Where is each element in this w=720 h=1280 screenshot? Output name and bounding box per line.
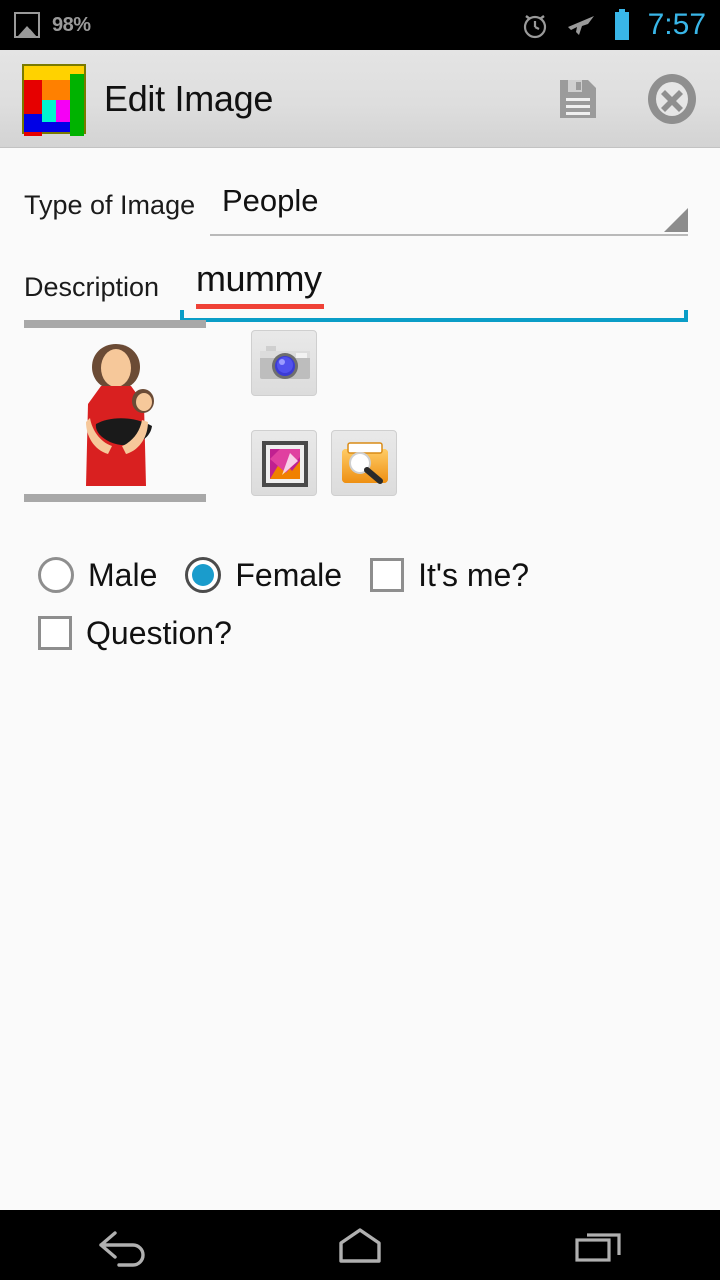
radio-female-indicator[interactable] xyxy=(185,557,222,593)
close-icon[interactable] xyxy=(646,73,698,125)
app-logo-icon xyxy=(22,63,86,136)
gallery-button[interactable] xyxy=(251,430,317,496)
app-header: Edit Image xyxy=(0,50,720,148)
checkbox-its-me[interactable]: It's me? xyxy=(370,557,557,594)
image-preview[interactable] xyxy=(24,320,206,502)
save-icon[interactable] xyxy=(558,78,598,120)
app-screen: 98% 7:57 Edit Image Type of Image People… xyxy=(0,0,720,1280)
description-input[interactable]: mummy xyxy=(180,258,688,322)
browse-button[interactable] xyxy=(331,430,397,496)
battery-percent-label: 98% xyxy=(52,13,91,36)
description-value: mummy xyxy=(196,258,322,299)
type-of-image-spinner[interactable]: People xyxy=(210,178,688,236)
system-nav-bar xyxy=(0,1210,720,1280)
app-header-actions xyxy=(558,73,698,125)
spellcheck-underline xyxy=(196,304,324,309)
type-of-image-label: Type of Image xyxy=(24,190,196,220)
clock-label: 7:57 xyxy=(647,8,706,41)
gender-row: Male Female It's me? xyxy=(0,546,720,604)
description-label: Description xyxy=(24,272,160,302)
nav-home-button[interactable] xyxy=(300,1210,420,1280)
camera-icon xyxy=(260,346,310,379)
back-icon xyxy=(99,1231,145,1267)
type-of-image-row: Type of Image People xyxy=(0,178,720,240)
radio-female[interactable]: Female xyxy=(185,557,370,594)
checkbox-question-indicator[interactable] xyxy=(38,616,72,650)
divider-top xyxy=(24,320,206,328)
checkbox-its-me-label: It's me? xyxy=(418,556,530,593)
status-bar: 98% 7:57 xyxy=(0,0,720,50)
photo-icon xyxy=(14,12,40,38)
checkbox-question[interactable]: Question? xyxy=(38,615,260,652)
home-icon xyxy=(339,1228,381,1263)
type-of-image-value: People xyxy=(222,183,319,218)
checkbox-its-me-indicator[interactable] xyxy=(370,558,405,592)
page-title: Edit Image xyxy=(104,77,274,119)
question-row: Question? xyxy=(0,604,720,662)
checkbox-question-label: Question? xyxy=(86,614,232,651)
status-bar-left: 98% xyxy=(14,12,91,38)
nav-recents-button[interactable] xyxy=(540,1210,660,1280)
description-row: Description mummy xyxy=(0,258,720,328)
radio-male-indicator[interactable] xyxy=(38,557,74,593)
radio-female-label: Female xyxy=(235,556,343,593)
input-focus-underline xyxy=(180,310,688,322)
radio-male-label: Male xyxy=(88,556,158,593)
nav-back-button[interactable] xyxy=(60,1210,180,1280)
folder-search-icon xyxy=(342,442,388,484)
radio-male[interactable]: Male xyxy=(38,557,185,594)
divider-bottom xyxy=(24,494,206,502)
dropdown-triangle-icon xyxy=(664,208,688,232)
mother-and-baby-pictogram xyxy=(86,344,154,486)
choices-section: Male Female It's me? Question? xyxy=(0,546,720,662)
airplane-mode-icon xyxy=(567,16,594,35)
gallery-icon xyxy=(262,441,308,487)
alarm-clock-icon xyxy=(523,15,546,39)
recent-apps-icon xyxy=(575,1233,621,1262)
status-bar-right: 7:57 xyxy=(521,8,706,42)
battery-icon xyxy=(614,9,629,40)
camera-button[interactable] xyxy=(251,330,317,396)
